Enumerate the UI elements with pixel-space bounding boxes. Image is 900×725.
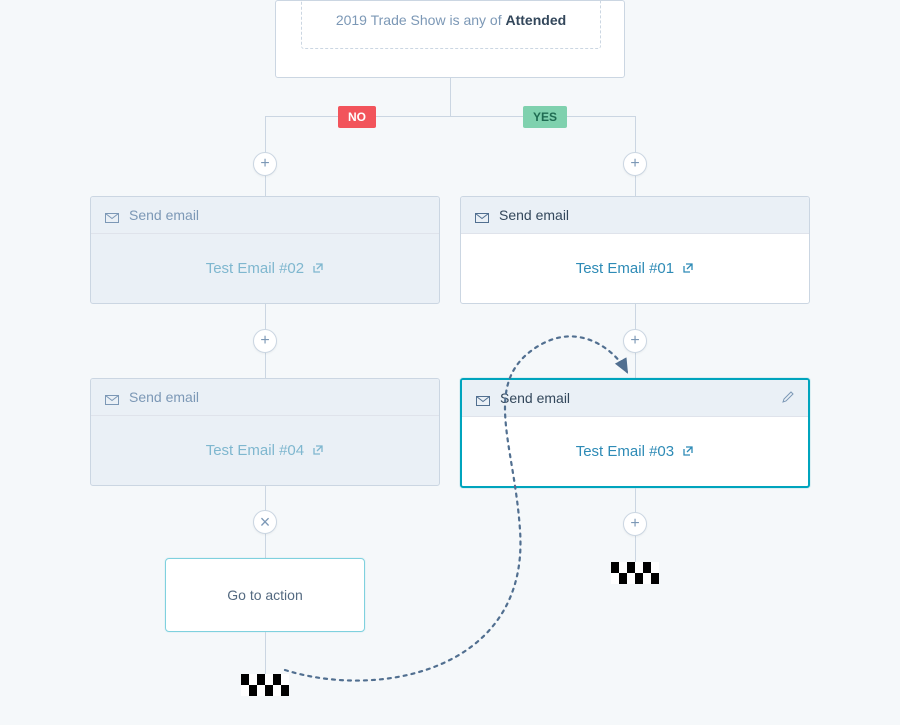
action-type-label: Send email xyxy=(129,389,199,405)
action-header: Send email xyxy=(91,379,439,416)
mail-icon xyxy=(105,210,119,220)
action-body: Test Email #01 xyxy=(461,234,809,303)
external-link-icon xyxy=(312,261,324,273)
external-link-icon xyxy=(682,444,694,456)
connector xyxy=(265,632,266,674)
email-name: Test Email #03 xyxy=(576,443,674,460)
finish-flag-icon xyxy=(241,674,289,696)
pencil-icon[interactable] xyxy=(782,390,794,406)
go-to-action-label: Go to action xyxy=(227,587,303,603)
action-body: Test Email #02 xyxy=(91,234,439,303)
connector xyxy=(450,78,451,116)
remove-action-button[interactable]: × xyxy=(253,510,277,534)
condition-field: 2019 Trade Show xyxy=(336,12,446,28)
finish-flag-icon xyxy=(611,562,659,584)
condition-card[interactable]: 2019 Trade Show is any of Attended xyxy=(275,0,625,78)
email-link[interactable]: Test Email #04 xyxy=(206,442,325,459)
action-body: Test Email #04 xyxy=(91,416,439,485)
external-link-icon xyxy=(682,261,694,273)
action-card-send-email-selected[interactable]: Send email Test Email #03 xyxy=(460,378,810,488)
action-type-label: Send email xyxy=(129,207,199,223)
connector xyxy=(265,116,635,117)
branch-badge-no: NO xyxy=(338,106,376,128)
mail-icon xyxy=(475,210,489,220)
email-link[interactable]: Test Email #03 xyxy=(576,443,695,460)
condition-operator: is any of xyxy=(449,12,501,28)
add-action-button[interactable]: + xyxy=(253,329,277,353)
action-type-label: Send email xyxy=(499,207,569,223)
email-name: Test Email #01 xyxy=(576,260,674,277)
condition-value: Attended xyxy=(506,12,567,28)
action-card-send-email[interactable]: Send email Test Email #04 xyxy=(90,378,440,486)
action-header: Send email xyxy=(461,197,809,234)
add-action-button[interactable]: + xyxy=(623,512,647,536)
add-action-button[interactable]: + xyxy=(623,152,647,176)
condition-inner: 2019 Trade Show is any of Attended xyxy=(301,0,601,49)
email-name: Test Email #02 xyxy=(206,260,304,277)
email-link[interactable]: Test Email #01 xyxy=(576,260,695,277)
email-name: Test Email #04 xyxy=(206,442,304,459)
external-link-icon xyxy=(312,443,324,455)
action-header: Send email xyxy=(462,380,808,417)
email-link[interactable]: Test Email #02 xyxy=(206,260,325,277)
action-card-send-email[interactable]: Send email Test Email #02 xyxy=(90,196,440,304)
branch-badge-yes: YES xyxy=(523,106,567,128)
mail-icon xyxy=(476,393,490,403)
action-body: Test Email #03 xyxy=(462,417,808,486)
action-card-send-email[interactable]: Send email Test Email #01 xyxy=(460,196,810,304)
action-header: Send email xyxy=(91,197,439,234)
action-type-label: Send email xyxy=(500,390,570,406)
go-to-action-card[interactable]: Go to action xyxy=(165,558,365,632)
mail-icon xyxy=(105,392,119,402)
add-action-button[interactable]: + xyxy=(623,329,647,353)
add-action-button[interactable]: + xyxy=(253,152,277,176)
